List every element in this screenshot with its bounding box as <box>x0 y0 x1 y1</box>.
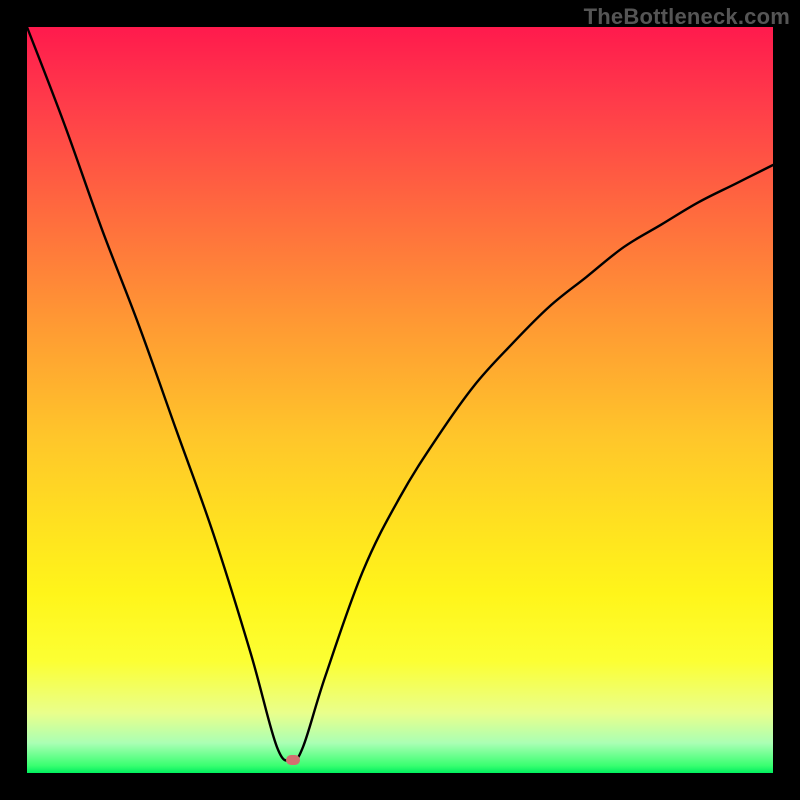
plot-area <box>27 27 773 773</box>
current-point-marker <box>286 755 300 765</box>
chart-frame: TheBottleneck.com <box>0 0 800 800</box>
bottleneck-curve <box>27 27 773 773</box>
